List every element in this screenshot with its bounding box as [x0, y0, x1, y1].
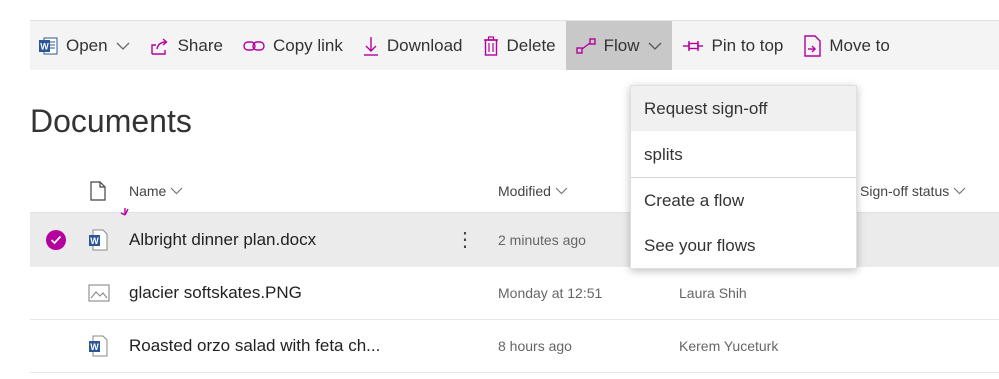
chevron-down-icon — [170, 187, 183, 195]
row-selected-checkmark-icon[interactable] — [46, 230, 66, 250]
delete-label: Delete — [506, 35, 556, 55]
modified-date: Monday at 12:51 — [498, 284, 603, 301]
chevron-down-icon — [648, 42, 662, 50]
table-row[interactable]: W Roasted orzo salad with feta ch... 8 h… — [30, 319, 999, 373]
link-icon — [243, 39, 265, 53]
name-column-header[interactable]: Name — [129, 183, 183, 199]
download-icon — [363, 36, 379, 56]
modified-date: 8 hours ago — [498, 337, 572, 354]
document-icon — [90, 181, 106, 204]
menu-item-see-your-flows[interactable]: See your flows — [631, 223, 856, 268]
page-title: Documents — [30, 103, 192, 139]
word-icon: W — [38, 36, 58, 56]
move-file-icon — [803, 34, 822, 57]
name-column-label: Name — [129, 183, 167, 199]
move-to-button[interactable]: Move to — [793, 21, 899, 70]
table-row[interactable]: glacier softskates.PNG Monday at 12:51 L… — [30, 266, 999, 320]
trash-icon — [483, 35, 499, 56]
more-options-icon[interactable]: ⋮ — [455, 213, 475, 266]
modified-by: Laura Shih — [679, 284, 747, 301]
pin-icon — [682, 39, 704, 53]
svg-text:W: W — [40, 41, 49, 51]
open-button[interactable]: W Open — [30, 21, 140, 70]
file-type-column-header[interactable] — [90, 181, 106, 204]
image-file-icon — [88, 266, 110, 319]
modified-column-header[interactable]: Modified — [498, 183, 568, 199]
file-name-link[interactable]: glacier softskates.PNG — [129, 266, 302, 319]
modified-by: Kerem Yuceturk — [679, 337, 779, 354]
signoff-status-column-header[interactable]: Sign-off status — [860, 183, 966, 199]
menu-item-request-sign-off[interactable]: Request sign-off — [631, 86, 856, 131]
svg-text:W: W — [90, 342, 99, 352]
modified-column-label: Modified — [498, 183, 551, 199]
flow-dropdown-menu: Request sign-off splits Create a flow Se… — [630, 85, 857, 269]
delete-button[interactable]: Delete — [473, 21, 566, 70]
share-icon — [150, 36, 170, 56]
modified-date: 2 minutes ago — [498, 231, 586, 248]
share-button[interactable]: Share — [140, 21, 233, 70]
file-name-link[interactable]: Roasted orzo salad with feta ch... — [129, 319, 380, 372]
pin-to-top-label: Pin to top — [711, 35, 784, 55]
flow-label: Flow — [603, 35, 640, 55]
signoff-status-column-label: Sign-off status — [860, 183, 950, 199]
file-name-link[interactable]: Albright dinner plan.docx — [129, 213, 316, 266]
copy-link-button[interactable]: Copy link — [233, 21, 353, 70]
flow-icon — [575, 37, 596, 55]
svg-text:W: W — [90, 236, 99, 246]
chevron-down-icon — [116, 42, 130, 50]
download-label: Download — [386, 35, 463, 55]
open-label: Open — [66, 35, 108, 55]
command-bar: W Open Share Copy link Download Delete F… — [30, 21, 999, 70]
flow-button[interactable]: Flow — [565, 21, 672, 70]
chevron-down-icon — [555, 187, 568, 195]
menu-item-splits[interactable]: splits — [631, 132, 856, 177]
copy-link-label: Copy link — [272, 35, 343, 55]
download-button[interactable]: Download — [353, 21, 473, 70]
word-document-icon: W — [88, 319, 108, 372]
move-to-label: Move to — [829, 35, 890, 55]
menu-item-create-a-flow[interactable]: Create a flow — [631, 178, 856, 223]
chevron-down-icon — [953, 187, 966, 195]
word-document-icon: W — [88, 213, 108, 266]
pin-to-top-button[interactable]: Pin to top — [672, 21, 794, 70]
share-label: Share — [177, 35, 223, 55]
